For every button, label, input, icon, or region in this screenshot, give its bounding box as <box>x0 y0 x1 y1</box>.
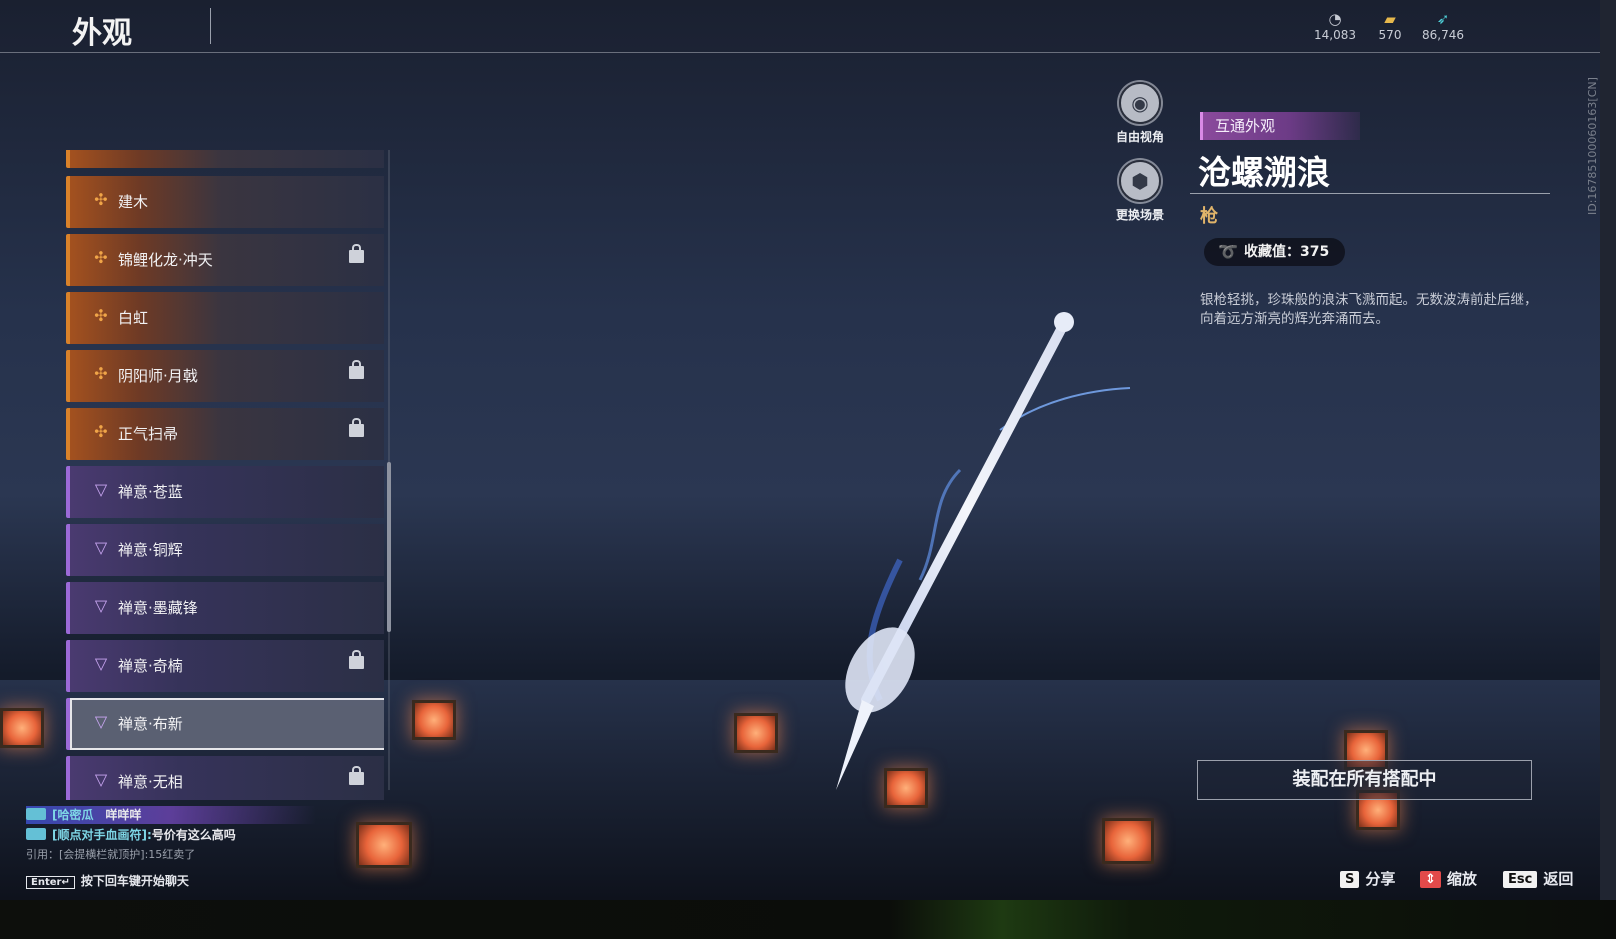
list-item-label: 正气扫帚 <box>118 425 179 443</box>
list-item[interactable]: ✣ 正气扫帚 <box>66 408 384 460</box>
list-item[interactable]: ▽ 禅意·奇楠 <box>66 640 384 692</box>
lock-icon <box>349 244 364 263</box>
jade-feather-icon: ➶ <box>1436 10 1450 28</box>
currency-gold-value: 570 <box>1378 28 1402 42</box>
list-item[interactable]: ✣ 锦鲤化龙·冲天 <box>66 234 384 286</box>
top-bar: 外观 ◔ 14,083 ▰ 570 ➶ 86,746 <box>0 0 1600 53</box>
list-item[interactable]: ✣ 建木 <box>66 176 384 228</box>
change-scene-button[interactable]: ⬢ 更换场景 <box>1110 160 1170 223</box>
lock-icon <box>349 418 364 437</box>
change-scene-label: 更换场景 <box>1115 208 1164 222</box>
list-item[interactable]: ▽ 禅意·无相 <box>66 756 384 800</box>
skin-list: ✣ 建木 ✣ 锦鲤化龙·冲天 ✣ 白虹 ✣ 阴阳师·月戟 ✣ 正气扫帚 ▽ 禅意… <box>66 150 384 800</box>
zoom-hint[interactable]: ⇕ 缩放 <box>1420 868 1477 889</box>
list-item[interactable]: ▽ 禅意·铜辉 <box>66 524 384 576</box>
list-item-label: 禅意·墨藏锋 <box>118 599 198 617</box>
camera-icon: ◉ <box>1119 82 1161 124</box>
cube-icon: ⬢ <box>1119 160 1161 202</box>
collection-value-badge: ➰ 收藏值：375 <box>1204 238 1346 266</box>
list-item-label: 禅意·苍蓝 <box>118 483 183 501</box>
currency-gold: ▰ 570 <box>1370 10 1410 42</box>
title-divider <box>210 8 211 44</box>
purple-rarity-icon: ▽ <box>94 538 108 557</box>
chat-quote: 引用：[会提横栏就顶护]:15红卖了 <box>26 848 196 861</box>
list-item-label: 阴阳师·月戟 <box>118 367 198 385</box>
list-item-label: 白虹 <box>118 309 149 327</box>
list-item[interactable]: ✣ 阴阳师·月戟 <box>66 350 384 402</box>
coin-stack-icon: ◔ <box>1328 10 1342 28</box>
share-hint[interactable]: S 分享 <box>1340 868 1395 889</box>
list-item-label: 禅意·奇楠 <box>118 657 183 675</box>
chat-line[interactable]: [哈密瓜 咩咩咩 <box>26 806 316 824</box>
bottom-strip <box>0 900 1616 939</box>
item-title: 沧螺溯浪 <box>1198 153 1330 192</box>
chat-channel-icon <box>26 808 46 820</box>
gold-rarity-icon: ✣ <box>94 306 108 325</box>
gold-ticket-icon: ▰ <box>1384 10 1396 28</box>
equip-all-button[interactable]: 装配在所有搭配中 <box>1197 760 1532 800</box>
collection-swirl-icon: ➰ <box>1218 242 1238 261</box>
free-view-label: 自由视角 <box>1115 130 1164 144</box>
free-view-button[interactable]: ◉ 自由视角 <box>1110 82 1170 145</box>
item-description: 银枪轻挑，珍珠般的浪沫飞溅而起。无数波涛前赴后继，向着远方渐亮的辉光奔涌而去。 <box>1200 292 1538 327</box>
chat-channel-icon <box>26 828 46 840</box>
currency-coins-value: 14,083 <box>1314 28 1356 42</box>
id-watermark: ID:1678510006016​3[CN] <box>1586 77 1599 215</box>
collection-value-text: 收藏值：375 <box>1244 244 1330 260</box>
purple-rarity-icon: ▽ <box>94 480 108 499</box>
currency-jade-value: 86,746 <box>1422 28 1464 42</box>
mouse-scroll-icon: ⇕ <box>1420 871 1441 888</box>
list-item-label: 禅意·无相 <box>118 773 183 791</box>
gold-rarity-icon: ✣ <box>94 248 108 267</box>
list-item-label: 禅意·铜辉 <box>118 541 183 559</box>
currency-coins: ◔ 14,083 <box>1310 10 1360 42</box>
page-title: 外观 <box>72 16 132 51</box>
list-item-selected[interactable]: ▽ 禅意·布新 <box>66 698 384 750</box>
gold-rarity-icon: ✣ <box>94 422 108 441</box>
crossplay-tag: 互通外观 <box>1200 112 1360 140</box>
lock-icon <box>349 650 364 669</box>
lock-icon <box>349 766 364 785</box>
list-item[interactable]: ▽ 禅意·墨藏锋 <box>66 582 384 634</box>
back-hint[interactable]: Esc 返回 <box>1503 868 1573 889</box>
list-item[interactable] <box>66 150 384 168</box>
chat-line[interactable]: [顺点对手血画符]:号价有这么高吗 <box>26 826 236 843</box>
purple-rarity-icon: ▽ <box>94 712 108 731</box>
list-item-label: 锦鲤化龙·冲天 <box>118 251 213 269</box>
purple-rarity-icon: ▽ <box>94 654 108 673</box>
purple-rarity-icon: ▽ <box>94 770 108 789</box>
lock-icon <box>349 360 364 379</box>
title-divider-line <box>1190 193 1550 194</box>
list-item[interactable]: ✣ 白虹 <box>66 292 384 344</box>
gold-rarity-icon: ✣ <box>94 364 108 383</box>
item-type: 枪 <box>1200 206 1218 227</box>
chat-input-hint[interactable]: Enter↵ 按下回车键开始聊天 <box>26 872 189 889</box>
purple-rarity-icon: ▽ <box>94 596 108 615</box>
right-strip <box>1600 0 1616 900</box>
currency-jade: ➶ 86,746 <box>1418 10 1468 42</box>
list-item[interactable]: ▽ 禅意·苍蓝 <box>66 466 384 518</box>
esc-key-icon: Esc <box>1503 871 1538 888</box>
list-item-label: 建木 <box>118 193 149 211</box>
gold-rarity-icon: ✣ <box>94 190 108 209</box>
s-key-icon: S <box>1340 871 1360 888</box>
list-item-label: 禅意·布新 <box>118 715 183 733</box>
enter-key-icon: Enter↵ <box>26 876 75 889</box>
list-scrollbar-thumb[interactable] <box>387 462 391 632</box>
